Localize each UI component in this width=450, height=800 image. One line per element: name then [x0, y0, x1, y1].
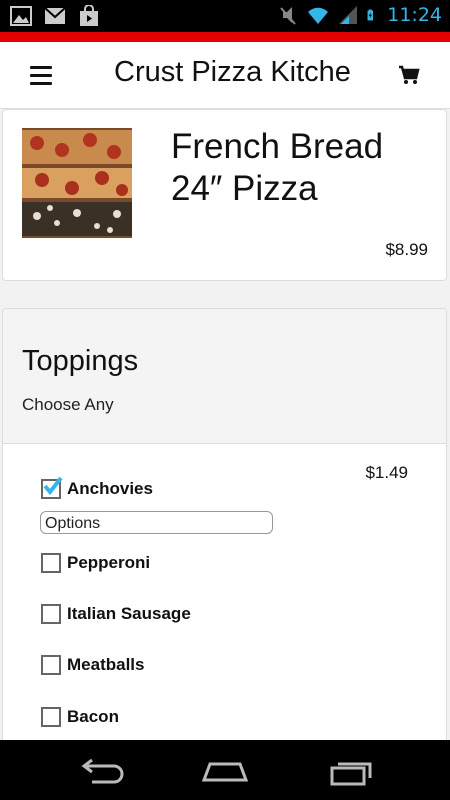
checkbox-checked[interactable] — [41, 476, 63, 499]
product-image — [22, 128, 132, 238]
topping-price: $1.49 — [365, 463, 408, 482]
topping-italian-sausage[interactable]: Italian Sausage — [41, 600, 191, 628]
back-icon[interactable] — [76, 756, 126, 786]
product-card: French Bread 24″ Pizza $8.99 — [2, 109, 447, 281]
app-header: Crust Pizza Kitche — [0, 42, 450, 109]
toppings-section: Toppings Choose Any $1.49 Anchovies Opti… — [2, 308, 447, 748]
clock: 11:24 — [387, 4, 442, 26]
pizza-image — [22, 128, 132, 238]
topping-label: Italian Sausage — [67, 604, 191, 623]
battery-icon — [367, 9, 374, 21]
topping-bacon[interactable]: Bacon — [41, 703, 119, 731]
topping-label: Pepperoni — [67, 553, 151, 572]
options-field[interactable]: Options — [40, 511, 273, 534]
toppings-title: Toppings — [22, 345, 139, 377]
product-name: French Bread 24″ Pizza — [171, 127, 384, 208]
accent-bar — [0, 32, 450, 42]
menu-button[interactable] — [30, 66, 52, 86]
home-icon[interactable] — [200, 756, 250, 786]
checkmark-icon — [43, 476, 63, 496]
app-title: Crust Pizza Kitche — [114, 56, 351, 88]
product-price: $8.99 — [385, 240, 428, 259]
notification-icons — [10, 5, 100, 27]
topping-meatballs[interactable]: Meatballs — [41, 651, 144, 679]
mute-icon — [280, 7, 296, 25]
hamburger-icon-line — [30, 82, 52, 85]
signal-icon — [339, 6, 358, 24]
recent-apps-icon[interactable] — [326, 756, 376, 786]
topping-anchovies[interactable]: Anchovies — [41, 475, 153, 503]
system-nav-bar — [0, 740, 450, 800]
status-bar: 11:24 — [0, 0, 450, 32]
topping-label: Meatballs — [67, 655, 145, 674]
cart-icon[interactable] — [398, 64, 420, 86]
wifi-icon — [308, 7, 329, 24]
topping-pepperoni[interactable]: Pepperoni — [41, 549, 150, 577]
checkbox[interactable] — [41, 604, 61, 624]
gallery-icon — [10, 6, 32, 26]
checkbox[interactable] — [41, 553, 61, 573]
hamburger-icon-line — [30, 66, 52, 69]
checkbox[interactable] — [41, 655, 61, 675]
toppings-header: Toppings Choose Any — [3, 309, 446, 444]
topping-label: Bacon — [67, 707, 119, 726]
gmail-icon — [44, 7, 66, 24]
checkbox[interactable] — [41, 707, 61, 727]
hamburger-icon-line — [30, 74, 52, 77]
system-icons: 11:24 — [277, 4, 442, 26]
bag-icon — [80, 5, 98, 26]
topping-label: Anchovies — [67, 479, 153, 498]
toppings-subtitle: Choose Any — [22, 395, 114, 414]
